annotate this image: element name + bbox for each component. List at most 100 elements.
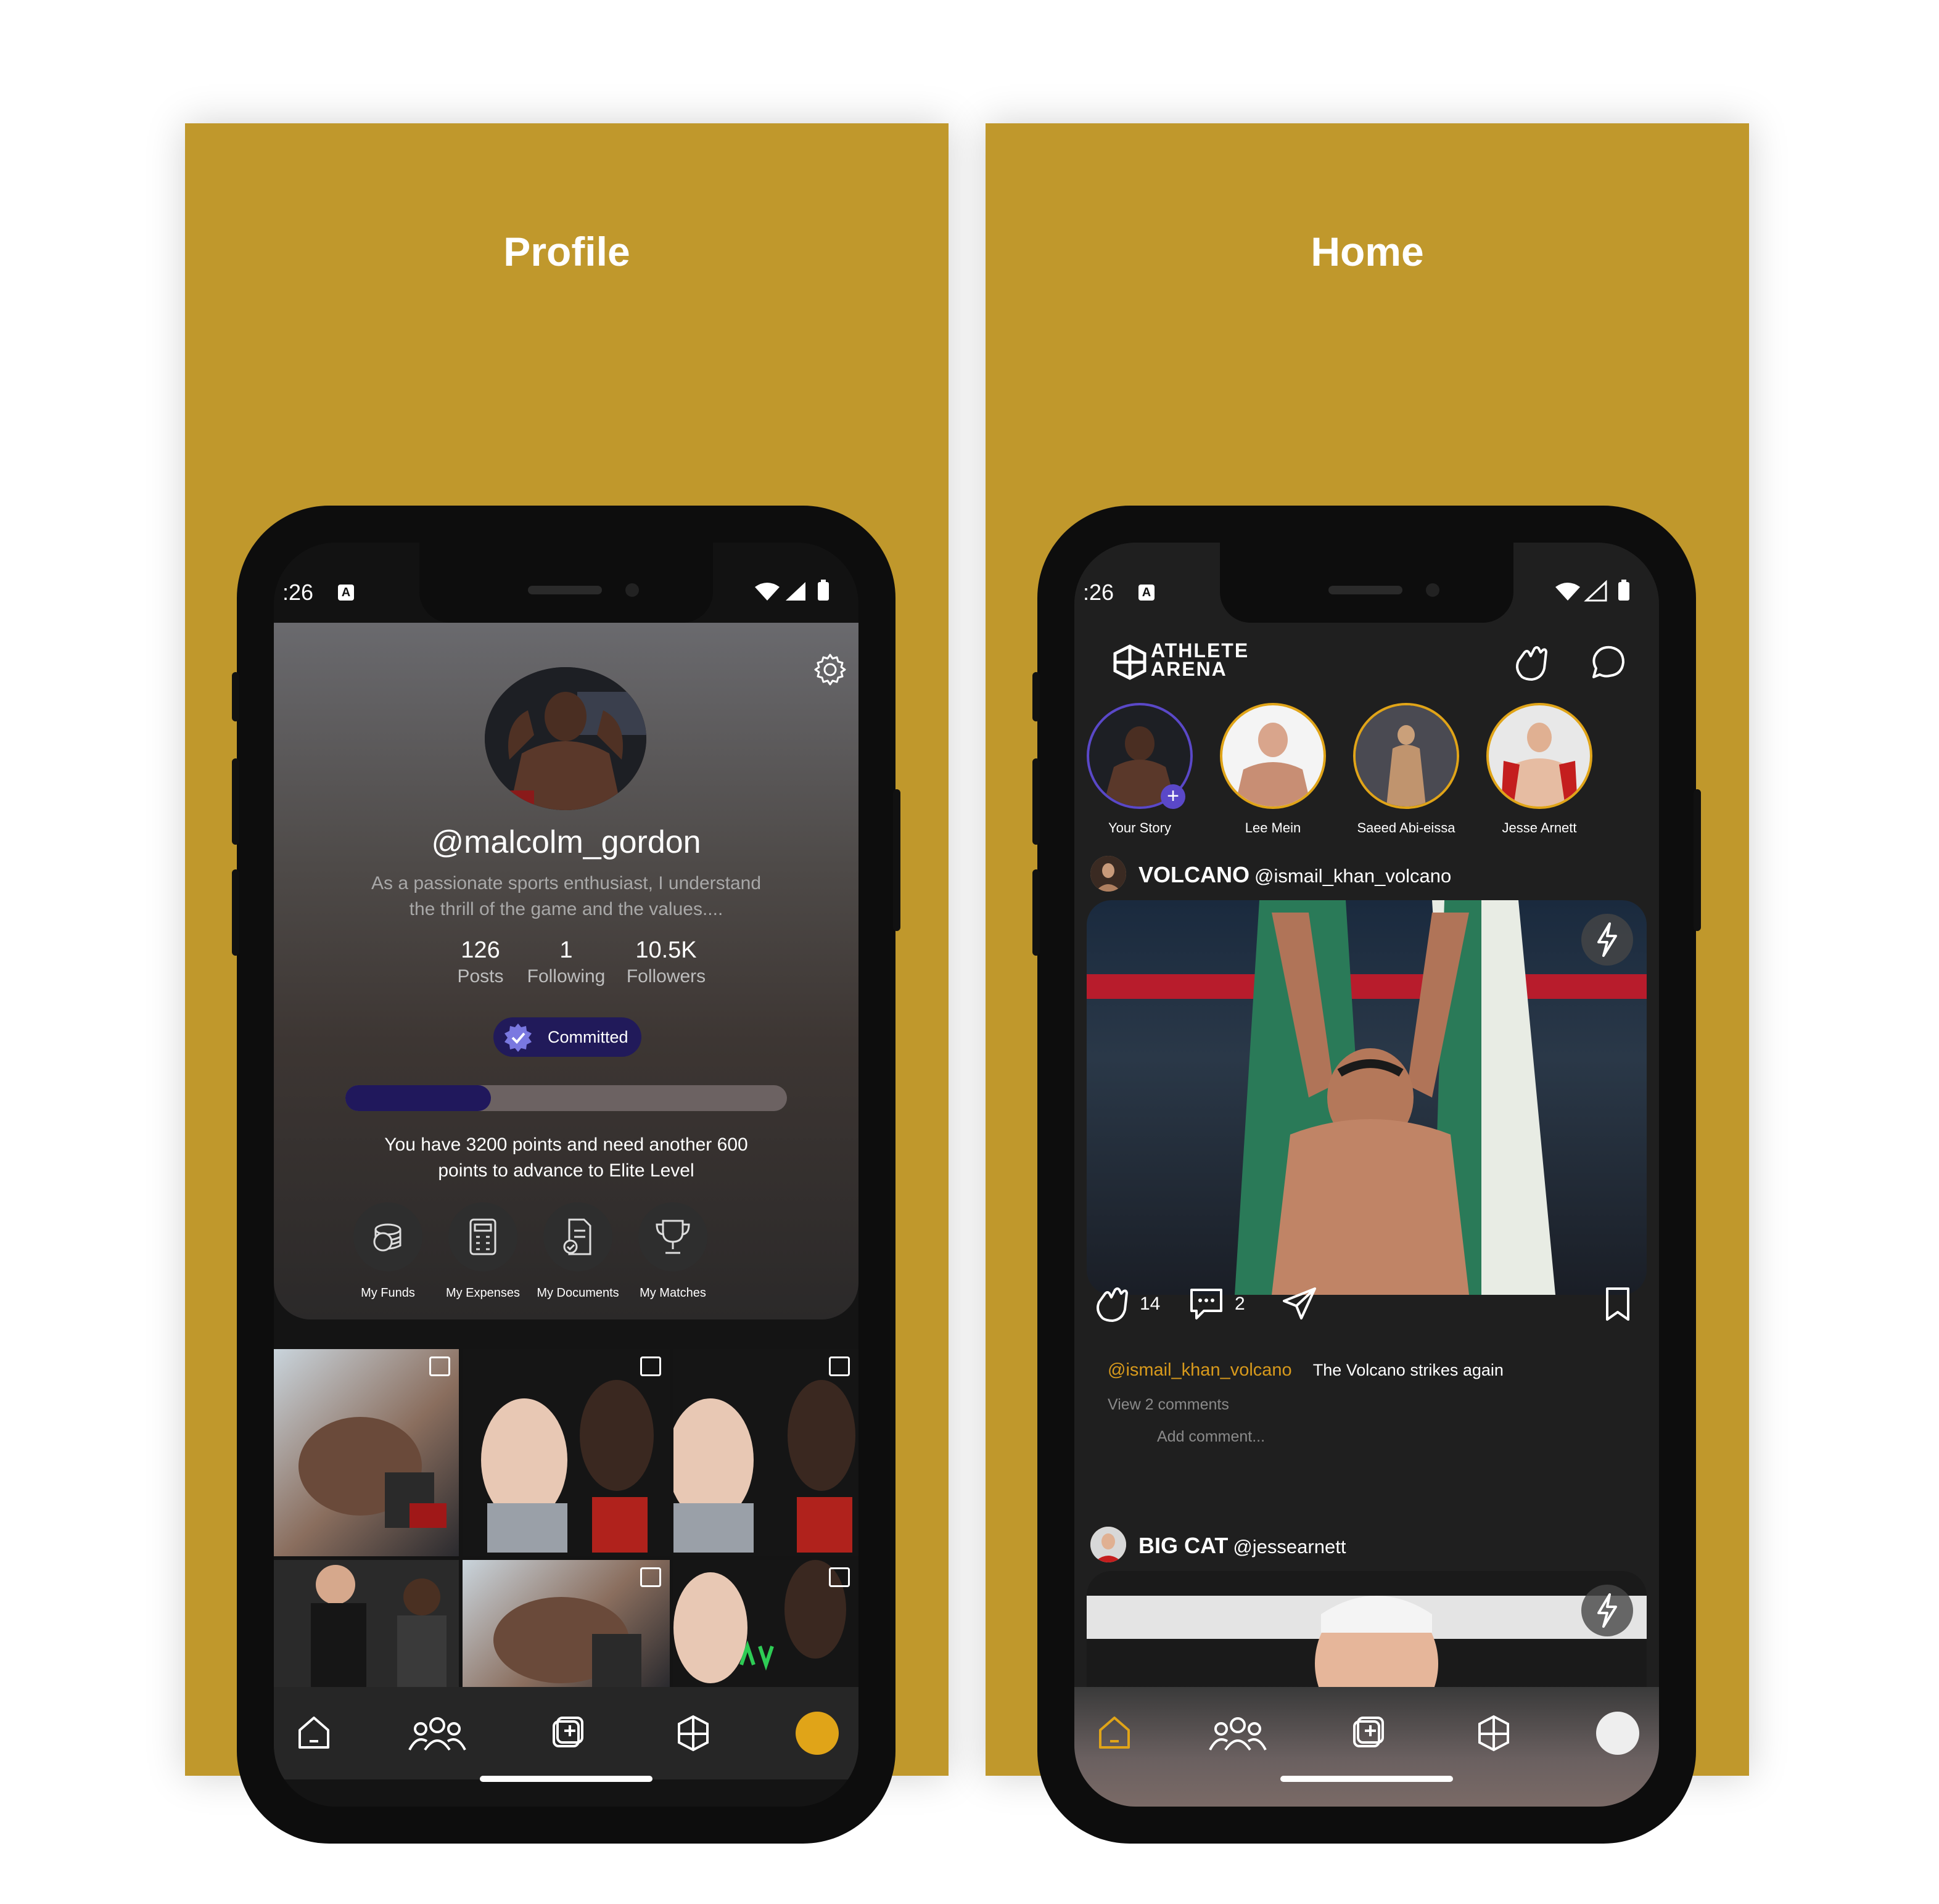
profile-bio-line1: As a passionate sports enthusiast, I und… xyxy=(371,873,762,893)
story-jesse-arnett[interactable]: Jesse Arnett xyxy=(1478,703,1601,836)
coins-icon xyxy=(373,1223,401,1252)
quick-my-matches[interactable]: My Matches xyxy=(627,1202,719,1300)
home-icon[interactable] xyxy=(292,1712,336,1755)
video-icon xyxy=(829,1567,850,1587)
level-badge[interactable]: Committed xyxy=(493,1017,641,1057)
lightning-icon xyxy=(1597,1593,1617,1628)
add-story-icon[interactable]: + xyxy=(1161,784,1185,809)
settings-gear-icon[interactable] xyxy=(812,651,849,688)
stat-number: 126 xyxy=(461,937,500,963)
bookmark-icon[interactable] xyxy=(1596,1282,1639,1326)
community-icon[interactable] xyxy=(1204,1712,1272,1755)
clap-icon[interactable] xyxy=(1510,641,1553,684)
post-caption: @ismail_khan_volcano The Volcano strikes… xyxy=(1108,1360,1504,1381)
status-time: :26 xyxy=(282,580,314,605)
level-progress-bar xyxy=(345,1085,787,1111)
stat-number: 10.5K xyxy=(635,937,697,963)
grid-post[interactable] xyxy=(274,1560,459,1687)
system-status-icons xyxy=(1555,580,1629,602)
home-screen: :26 A ATHLETE ARENA + Your Story Lee Mei… xyxy=(1074,543,1659,1807)
grid-post[interactable] xyxy=(673,1560,858,1687)
post-display-name: VOLCANO xyxy=(1138,862,1249,887)
post-image[interactable] xyxy=(1087,900,1647,1295)
quick-label: My Expenses xyxy=(445,1286,521,1300)
story-avatar xyxy=(1486,703,1592,809)
profile-nav-avatar[interactable] xyxy=(796,1712,839,1755)
profile-nav-avatar[interactable] xyxy=(1596,1712,1639,1755)
gesture-bar xyxy=(1280,1776,1453,1782)
logo-text-line1: ATHLETE xyxy=(1151,639,1249,662)
points-text-line2: points to advance to Elite Level xyxy=(438,1160,694,1181)
gesture-bar xyxy=(480,1776,653,1782)
story-lee-mein[interactable]: Lee Mein xyxy=(1211,703,1335,836)
story-avatar xyxy=(1220,703,1326,809)
stat-following[interactable]: 1 Following xyxy=(511,937,622,987)
share-send-icon[interactable] xyxy=(1278,1282,1321,1326)
quick-my-expenses[interactable]: My Expenses xyxy=(437,1202,529,1300)
grid-post[interactable] xyxy=(463,1349,670,1556)
comment-count: 2 xyxy=(1235,1294,1245,1314)
post-handle: @ismail_khan_volcano xyxy=(1254,865,1452,887)
notification-a-icon: A xyxy=(338,585,354,601)
profile-panel: Profile :26 A @malcolm_gordon As a passi… xyxy=(185,123,949,1844)
chat-icon[interactable] xyxy=(1586,641,1629,684)
post-avatar xyxy=(1090,856,1126,892)
profile-avatar[interactable] xyxy=(485,667,646,810)
stat-label: Followers xyxy=(626,966,706,987)
quick-my-funds[interactable]: My Funds xyxy=(342,1202,434,1300)
stat-followers[interactable]: 10.5K Followers xyxy=(611,937,722,987)
story-name: Jesse Arnett xyxy=(1502,820,1577,835)
grid-post[interactable] xyxy=(274,1349,459,1556)
story-saeed-abi-eissa[interactable]: Saeed Abi-eissa xyxy=(1344,703,1468,836)
video-icon xyxy=(640,1356,661,1376)
video-icon xyxy=(640,1567,661,1587)
stat-posts[interactable]: 126 Posts xyxy=(440,937,521,987)
comment-icon xyxy=(1190,1289,1222,1319)
create-post-icon[interactable] xyxy=(1346,1712,1389,1755)
boost-button[interactable] xyxy=(1581,914,1633,966)
status-time: :26 xyxy=(1083,580,1114,605)
comment-action[interactable]: 2 xyxy=(1185,1282,1259,1326)
quick-label: My Matches xyxy=(640,1286,706,1300)
view-comments-link[interactable]: View 2 comments xyxy=(1108,1396,1229,1414)
caption-username[interactable]: @ismail_khan_volcano xyxy=(1108,1360,1292,1380)
points-text-line1: You have 3200 points and need another 60… xyxy=(384,1135,748,1155)
grid-post[interactable] xyxy=(463,1560,670,1687)
story-name: Saeed Abi-eissa xyxy=(1357,820,1455,835)
calculator-icon xyxy=(469,1218,496,1255)
story-your-story[interactable]: + Your Story xyxy=(1078,703,1201,836)
quick-my-documents[interactable]: My Documents xyxy=(532,1202,624,1300)
post-handle: @jessearnett xyxy=(1233,1536,1346,1557)
create-post-icon[interactable] xyxy=(545,1712,588,1755)
video-icon xyxy=(429,1356,450,1376)
grid-post[interactable] xyxy=(673,1349,858,1556)
bottom-nav xyxy=(1074,1687,1659,1807)
arena-logo-icon[interactable] xyxy=(1472,1712,1515,1755)
notification-a-icon: A xyxy=(1138,585,1155,601)
add-comment-input[interactable]: Add comment... xyxy=(1157,1428,1265,1446)
lightning-icon xyxy=(1597,922,1617,957)
story-name: Your Story xyxy=(1108,820,1171,835)
boost-button[interactable] xyxy=(1581,1585,1633,1636)
badge-label: Committed xyxy=(548,1028,628,1046)
stat-number: 1 xyxy=(559,937,573,963)
arena-logo-icon[interactable] xyxy=(672,1712,715,1755)
clap-count: 14 xyxy=(1140,1294,1161,1314)
home-icon[interactable] xyxy=(1093,1712,1136,1755)
status-bar: :26 A xyxy=(274,543,858,623)
post-avatar xyxy=(1090,1527,1126,1562)
profile-bio-line2: the thrill of the game and the values...… xyxy=(409,899,723,919)
panel-title: Home xyxy=(1311,229,1424,274)
system-status-icons xyxy=(755,580,829,601)
status-bar: :26 A xyxy=(1074,543,1659,623)
story-name: Lee Mein xyxy=(1245,820,1301,835)
trophy-icon xyxy=(656,1220,690,1254)
community-icon[interactable] xyxy=(403,1712,471,1755)
verified-badge-icon xyxy=(504,1024,532,1052)
progress-fill xyxy=(345,1085,492,1111)
clap-action[interactable]: 14 xyxy=(1090,1282,1183,1326)
bottom-nav xyxy=(274,1687,858,1779)
posts-grid xyxy=(274,1349,858,1687)
stat-label: Posts xyxy=(457,966,504,987)
story-avatar xyxy=(1353,703,1459,809)
